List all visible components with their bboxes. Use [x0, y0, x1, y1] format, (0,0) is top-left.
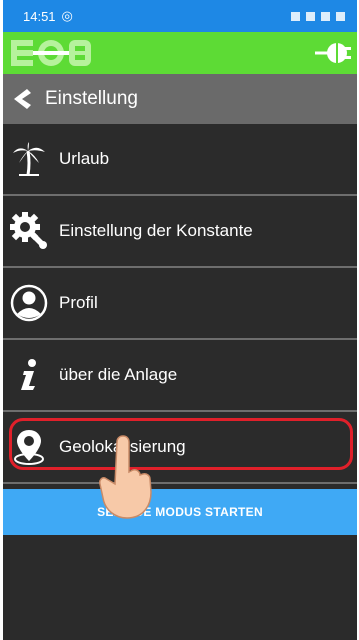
- user-circle-icon: [9, 283, 49, 323]
- plug-icon[interactable]: [315, 39, 351, 67]
- menu-item-label: Urlaub: [59, 149, 110, 168]
- signal-icon: [321, 11, 330, 21]
- battery-icon: [336, 11, 345, 21]
- menu-item-konstante[interactable]: Einstellung der Konstante: [3, 196, 357, 268]
- page-title: Einstellung: [45, 88, 138, 109]
- alarm-icon: [291, 11, 300, 21]
- menu-item-profil[interactable]: Profil: [3, 268, 357, 340]
- wifi-icon: [306, 11, 315, 21]
- status-bar: 14:51 ◎: [3, 0, 357, 32]
- pointing-hand-icon: [99, 435, 152, 519]
- app-bar: [3, 32, 357, 74]
- menu-item-label: über die Anlage: [59, 365, 178, 384]
- highlight-frame: [9, 418, 353, 470]
- notification-icon: ◎: [61, 8, 73, 23]
- gear-wrench-icon: [9, 211, 49, 251]
- menu-item-label: Einstellung der Konstante: [59, 221, 253, 240]
- palm-tree-icon: [9, 139, 49, 179]
- menu-item-urlaub[interactable]: Urlaub: [3, 124, 357, 196]
- menu-item-label: Profil: [59, 293, 98, 312]
- eob-logo: [11, 40, 91, 66]
- phone-screen: 14:51 ◎ Einstellung Urlaub Einstellung d…: [3, 0, 357, 640]
- service-mode-button[interactable]: SERVICE MODUS STARTEN: [3, 489, 357, 535]
- status-time: 14:51: [23, 8, 56, 24]
- menu-item-anlage[interactable]: über die Anlage: [3, 340, 357, 412]
- title-bar: Einstellung: [3, 74, 357, 124]
- back-arrow-icon[interactable]: [11, 88, 33, 110]
- status-icons: [291, 11, 345, 21]
- info-icon: [9, 355, 49, 395]
